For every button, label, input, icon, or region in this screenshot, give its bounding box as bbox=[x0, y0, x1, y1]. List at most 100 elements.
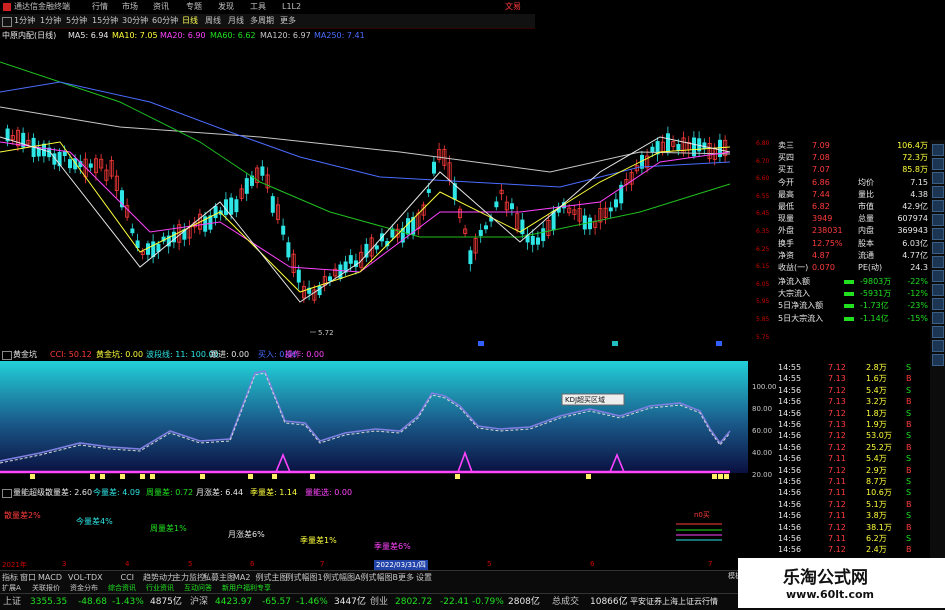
toolbar-tool-icon[interactable] bbox=[932, 200, 944, 212]
event-marker[interactable] bbox=[612, 341, 618, 346]
indicator-tab[interactable]: 窗口 bbox=[20, 571, 36, 584]
signal-marker bbox=[248, 474, 253, 479]
period-15min[interactable]: 15分钟 bbox=[92, 14, 118, 28]
sh-label[interactable]: 上证 bbox=[3, 594, 21, 610]
toolbar-tool-icon[interactable] bbox=[932, 256, 944, 268]
sz-label[interactable]: 沪深 bbox=[190, 594, 208, 610]
info-tab[interactable]: 扩展A bbox=[2, 584, 21, 593]
window-icon[interactable] bbox=[2, 17, 12, 27]
tick-side: S bbox=[906, 454, 912, 464]
info-tab[interactable]: 资金分布 bbox=[70, 584, 98, 593]
annotation-sanliang: 散量差2% bbox=[4, 510, 41, 520]
quote-label: 最高 bbox=[778, 189, 794, 199]
toolbar-tool-icon[interactable] bbox=[932, 172, 944, 184]
indicator-tab[interactable]: MA2 bbox=[233, 571, 250, 584]
candle-body bbox=[244, 178, 249, 194]
quote-value: 4.38 bbox=[910, 189, 928, 199]
info-tab[interactable]: 互动问答 bbox=[184, 584, 212, 593]
tick-row: 14:56 7.11 6.2万 S bbox=[778, 533, 928, 544]
quote-label: 量比 bbox=[858, 189, 874, 199]
moving-average-line bbox=[0, 106, 731, 173]
indicator-tab[interactable]: 例式幅图B bbox=[361, 571, 399, 584]
watermark-title: 乐淘公式网 bbox=[783, 568, 868, 588]
toolbar-tool-icon[interactable] bbox=[932, 186, 944, 198]
tick-row: 14:56 7.12 1.8万 S bbox=[778, 408, 928, 419]
volume-energy-chart[interactable]: 散量差2% 今量差4% 周量差1% 月涨差6% 季量差1% 季量差6% n0买 bbox=[0, 498, 748, 560]
watermark: 乐淘公式网 www.60lt.com bbox=[738, 558, 945, 608]
toolbar-tool-icon[interactable] bbox=[932, 340, 944, 352]
indicator-tab[interactable]: 私募主图 bbox=[203, 571, 235, 584]
menu-item-quotes[interactable]: 行情 bbox=[92, 0, 108, 14]
info-tab[interactable]: 行业资讯 bbox=[146, 584, 174, 593]
gold-axis-tick: 100.00 bbox=[752, 383, 777, 391]
tick-row: 14:56 7.12 5.4万 S bbox=[778, 385, 928, 396]
cy-amount: 2808亿 bbox=[508, 597, 540, 607]
tick-price: 7.12 bbox=[828, 408, 846, 418]
panel-icon[interactable] bbox=[2, 351, 12, 360]
price-tick: 6.05 bbox=[756, 280, 770, 288]
menu-item-market[interactable]: 市场 bbox=[122, 0, 138, 14]
period-daily[interactable]: 日线 bbox=[182, 14, 198, 28]
cy-label[interactable]: 创业 bbox=[370, 594, 388, 610]
period-60min[interactable]: 60分钟 bbox=[152, 14, 178, 28]
toolbar-tool-icon[interactable] bbox=[932, 354, 944, 366]
toolbar-tool-icon[interactable] bbox=[932, 284, 944, 296]
period-monthly[interactable]: 月线 bbox=[228, 14, 244, 28]
toolbar-tool-icon[interactable] bbox=[932, 144, 944, 156]
cy-pct: -0.79% bbox=[472, 597, 504, 607]
flow-value: -1.14亿 bbox=[860, 313, 889, 323]
indicator-tab[interactable]: 设置 bbox=[416, 571, 432, 584]
event-marker[interactable] bbox=[478, 341, 484, 346]
menu-item-discover[interactable]: 发现 bbox=[218, 0, 234, 14]
toolbar-tool-icon[interactable] bbox=[932, 326, 944, 338]
promo-link[interactable]: 文易 bbox=[505, 0, 521, 14]
period-more[interactable]: 更多 bbox=[280, 14, 296, 28]
signal-marker bbox=[30, 474, 35, 479]
toolbar-tool-icon[interactable] bbox=[932, 214, 944, 226]
menu-item-tools[interactable]: 工具 bbox=[250, 0, 266, 14]
menu-item-news[interactable]: 资讯 bbox=[153, 0, 169, 14]
period-1min-a[interactable]: 1分钟 bbox=[14, 14, 35, 28]
period-5min[interactable]: 5分钟 bbox=[66, 14, 87, 28]
toolbar-tool-icon[interactable] bbox=[932, 312, 944, 324]
indicator-tab[interactable]: 主力监控 bbox=[173, 571, 205, 584]
info-tab[interactable]: 综合资讯 bbox=[108, 584, 136, 593]
tick-side: B bbox=[906, 465, 912, 475]
menu-item-l1l2[interactable]: L1L2 bbox=[282, 0, 301, 14]
tick-time: 14:56 bbox=[778, 397, 802, 407]
toolbar-tool-icon[interactable] bbox=[932, 158, 944, 170]
indicator-tab[interactable]: MACD bbox=[38, 571, 62, 584]
period-weekly[interactable]: 周线 bbox=[205, 14, 221, 28]
event-marker[interactable] bbox=[716, 341, 722, 346]
toolbar-tool-icon[interactable] bbox=[932, 270, 944, 282]
date-label: 5 bbox=[188, 560, 193, 568]
toolbar-tool-icon[interactable] bbox=[932, 242, 944, 254]
period-1min-b[interactable]: 1分钟 bbox=[40, 14, 61, 28]
quote-value: 106.4万 bbox=[897, 141, 928, 150]
period-30min[interactable]: 30分钟 bbox=[122, 14, 148, 28]
gold-pit-chart[interactable]: KDJ超买区域 bbox=[0, 361, 748, 486]
info-tab[interactable]: 新用户福利专享 bbox=[222, 584, 271, 593]
date-label: 2021年 bbox=[2, 561, 27, 569]
indicator-tab[interactable]: 例式主图 bbox=[256, 571, 288, 584]
indicator-tab[interactable]: 更多 bbox=[398, 571, 414, 584]
indicator-tab[interactable]: 例式幅图A bbox=[323, 571, 360, 584]
indicator-tab[interactable]: 趋势动力 bbox=[143, 571, 175, 584]
volume-panel-title: 量能超级 bbox=[13, 488, 45, 497]
candlestick-chart[interactable]: 5.72 bbox=[0, 42, 750, 360]
menu-item-topics[interactable]: 专题 bbox=[186, 0, 202, 14]
indicator-tab[interactable]: 例式幅图1 bbox=[286, 571, 323, 584]
ma250-value: MA250: 7.41 bbox=[314, 31, 365, 40]
quote-label: 市值 bbox=[858, 202, 874, 211]
tick-row: 14:56 7.13 1.9万 B bbox=[778, 419, 928, 430]
indicator-tab[interactable]: CCI bbox=[121, 571, 135, 584]
toolbar-tool-icon[interactable] bbox=[932, 298, 944, 310]
tick-time: 14:56 bbox=[778, 454, 802, 464]
toolbar-tool-icon[interactable] bbox=[932, 228, 944, 240]
indicator-tab[interactable]: VOL-TDX bbox=[68, 571, 103, 584]
indicator-tab[interactable]: 指标 bbox=[2, 571, 18, 584]
period-multi[interactable]: 多周期 bbox=[250, 14, 274, 28]
panel-icon[interactable] bbox=[2, 489, 12, 498]
indicator-tabs: 指标 窗口 MACD VOL-TDX CCI 趋势动力 主力监控 私募主图 MA2 例式主图 例式幅… bbox=[0, 570, 750, 584]
info-tab[interactable]: 关联报价 bbox=[32, 584, 60, 593]
